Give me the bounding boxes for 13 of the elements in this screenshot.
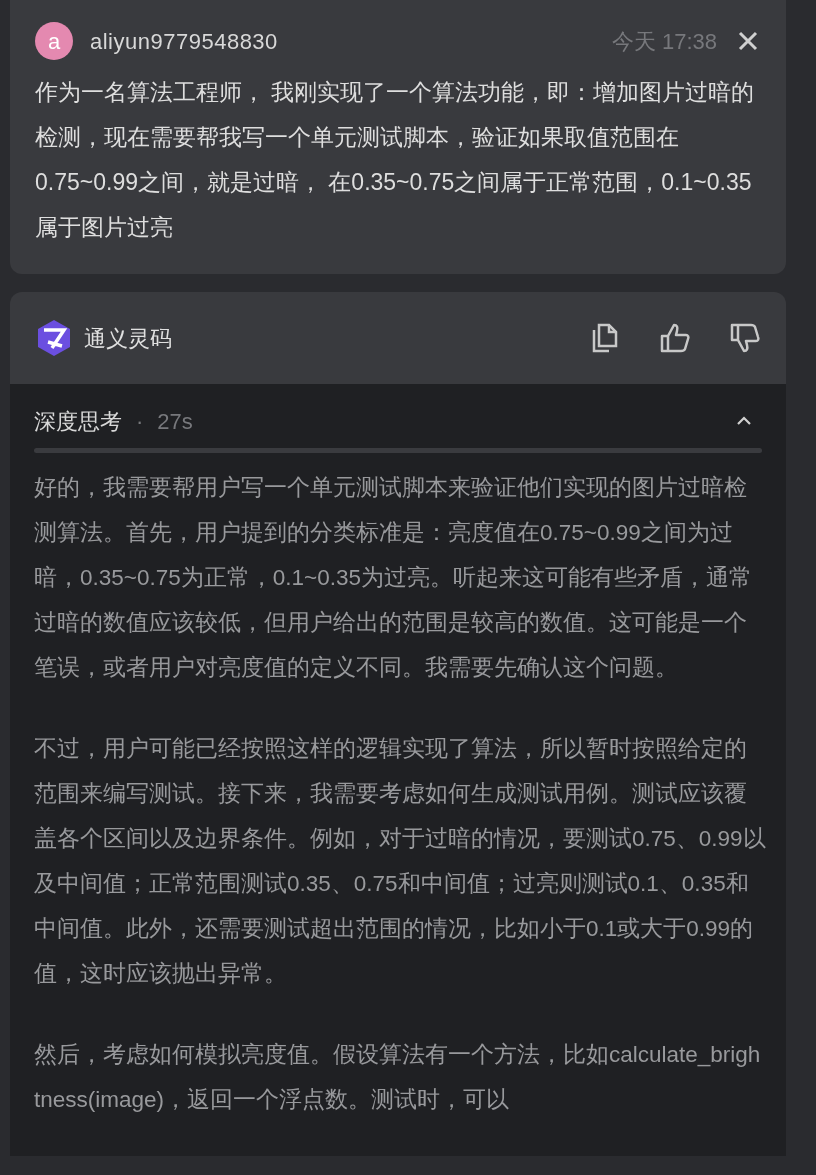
thumbs-up-button[interactable] <box>658 321 692 355</box>
assistant-name: 通义灵码 <box>84 324 172 353</box>
user-avatar: a <box>35 22 73 60</box>
thumbs-down-button[interactable] <box>728 321 762 355</box>
message-time: 今天 17:38 <box>611 27 717 56</box>
message-text: 作为一名算法工程师， 我刚实现了一个算法功能，即：增加图片过暗的检测，现在需要帮我写一个单元测试脚本，验证如果取值范围在0.75~0.99之间，就是过暗， 在0.35~0.75之间属于正常范围，0.1~0.35 属于图片过亮 <box>35 78 756 242</box>
thinking-paragraph: 不过，用户可能已经按照这样的逻辑实现了算法，所以暂时按照给定的范围来编写测试。接下来，我需要考虑如何生成测试用例。测试应该覆盖各个区间以及边界条件。例如，对于过暗的情况，要测试0.75、0.99以及中间值；正常范围测试0.35、0.75和中间值；过亮则测试0.1、0.35和中间值。此外，还需要测试超出范围的情况，比如小于0.1或大于0.99的值，这时应该抛出异常。 <box>34 735 766 988</box>
thinking-toggle[interactable]: 深度思考 · 27s <box>34 404 762 438</box>
close-icon <box>738 31 758 51</box>
username: aliyun9779548830 <box>90 27 278 56</box>
thinking-paragraph: 好的，我需要帮用户写一个单元测试脚本来验证他们实现的图片过暗检测算法。首先，用户提到的分类标准是：亮度值在0.75~0.99之间为过暗，0.35~0.75为正常，0.1~0.35为过亮。听起来这可能有些矛盾，通常过暗的数值应该较低，但用户给出的范围是较高的数值。这可能是一个笔误，或者用户对亮度值的定义不同。我需要先确认这个问题。 <box>34 474 753 682</box>
chevron-up-icon <box>736 416 752 426</box>
thinking-paragraph: 然后，考虑如何模拟亮度值。假设算法有一个方法，比如calculate_brightness(image)，返回一个浮点数。测试时，可以 <box>34 1041 762 1114</box>
